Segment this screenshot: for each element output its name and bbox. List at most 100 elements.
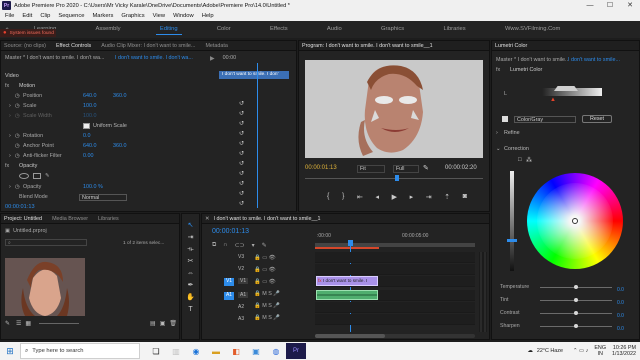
stopwatch-icon[interactable]: ◷ — [15, 143, 23, 149]
project-search-input[interactable]: ⌕ — [5, 239, 87, 246]
workspace-audio[interactable]: Audio — [323, 24, 346, 35]
clip-selector[interactable]: I don't want to smile. I don't wa... — [115, 55, 210, 61]
menu-edit[interactable]: Edit — [22, 13, 32, 19]
office-icon[interactable]: ◧ — [226, 343, 246, 359]
workspace-graphics[interactable]: Graphics — [377, 24, 408, 35]
reset-icon[interactable]: ↺ — [239, 179, 244, 189]
colorgray-dropdown[interactable]: Color/Gray — [514, 115, 576, 123]
workspace-editing[interactable]: Editing — [155, 24, 182, 35]
temperature-value[interactable]: 0.0 — [617, 284, 624, 297]
menu-markers[interactable]: Markers — [92, 13, 113, 19]
tint-value[interactable]: 0.0 — [617, 297, 624, 310]
menu-window[interactable]: Window — [173, 13, 194, 19]
hand-tool-icon[interactable]: ✋ — [186, 292, 195, 304]
hsl-range-handle[interactable] — [554, 86, 578, 91]
close-button[interactable]: ✕ — [620, 0, 640, 11]
sharpen-knob[interactable] — [574, 324, 578, 328]
tray-icons[interactable]: ⌃ ▭ ♪ — [573, 348, 588, 354]
tab-sequence[interactable]: I don't want to smile. I don't want to s… — [214, 216, 321, 222]
track-toggle-icons[interactable]: 🔒 ▭ 👁 — [254, 252, 280, 264]
export-frame-icon[interactable]: ◙ — [463, 193, 467, 201]
new-bin-icon[interactable]: ▤ — [150, 320, 156, 327]
menu-sequence[interactable]: Sequence — [58, 13, 84, 19]
workspace-effects[interactable]: Effects — [266, 24, 292, 35]
track-a3[interactable] — [315, 314, 475, 325]
program-scrubber[interactable] — [305, 178, 483, 179]
track-select-tool-icon[interactable]: ⇥ — [188, 232, 194, 244]
workspace-color[interactable]: Color — [213, 24, 235, 35]
temperature-slider[interactable] — [540, 285, 612, 289]
zoom-fit-dropdown[interactable]: Fit — [357, 165, 385, 173]
tab-audio-clip-mixer[interactable]: Audio Clip Mixer: I don't want to smile.… — [101, 43, 195, 49]
tint-slider[interactable] — [540, 298, 612, 302]
reset-icon[interactable]: ↺ — [239, 139, 244, 149]
blend-mode-dropdown[interactable]: Normal — [79, 193, 127, 201]
color-wheel-puck[interactable] — [572, 218, 578, 224]
file-explorer-icon[interactable]: ▬ — [206, 343, 226, 359]
reset-icon[interactable]: ↺ — [239, 169, 244, 179]
uniform-scale-checkbox[interactable] — [83, 123, 90, 129]
refine-section[interactable]: Refine — [504, 130, 520, 136]
tab-lumetri-color[interactable]: Lumetri Color — [495, 43, 527, 49]
linked-selection-icon[interactable]: ⊂⊃ — [235, 242, 245, 249]
type-tool-icon[interactable]: T — [188, 304, 192, 316]
insert-nest-icon[interactable]: ⧉ — [212, 242, 216, 249]
stopwatch-icon[interactable]: ◷ — [15, 184, 23, 190]
ripple-edit-tool-icon[interactable]: ⟛ — [187, 244, 193, 256]
stopwatch-icon[interactable]: ◷ — [15, 93, 23, 99]
motion-label[interactable]: Motion — [19, 83, 35, 89]
menu-view[interactable]: View — [153, 13, 165, 19]
luma-slider-handle[interactable] — [507, 239, 517, 242]
system-issues-banner[interactable]: ● System issues found — [0, 29, 56, 37]
tab-metadata[interactable]: Metadata — [205, 43, 227, 49]
tab-media-browser[interactable]: Media Browser — [52, 216, 88, 222]
cortana-app-icon[interactable]: ▥ — [166, 343, 186, 359]
anchor-y-value[interactable]: 360.0 — [113, 143, 143, 149]
stopwatch-icon[interactable]: ◷ — [15, 133, 23, 139]
playback-quality-dropdown[interactable]: Full — [393, 165, 419, 173]
list-view-icon[interactable]: ☰ — [16, 320, 21, 327]
task-view-icon[interactable]: ❏ — [146, 343, 166, 359]
rectangle-mask-icon[interactable] — [33, 173, 41, 179]
go-to-out-icon[interactable]: ⇥ — [426, 193, 432, 201]
minimize-button[interactable]: — — [580, 0, 600, 11]
track-toggle-icons[interactable]: 🔒 M S 🎤 — [254, 312, 280, 324]
position-x-value[interactable]: 640.0 — [83, 93, 113, 99]
color-wheel[interactable] — [527, 173, 623, 269]
tab-source[interactable]: Source: (no clips) — [4, 43, 46, 49]
selection-tool-icon[interactable]: ↖ — [188, 220, 194, 232]
source-patch-v1[interactable]: V1 — [224, 278, 234, 286]
taskbar-search[interactable]: ⌕ Type here to search — [20, 343, 140, 359]
reset-icon[interactable]: ↺ — [239, 99, 244, 109]
close-tab-icon[interactable]: ✕ — [205, 216, 210, 222]
pen-tool-icon[interactable]: ✒ — [188, 280, 194, 292]
tab-project[interactable]: Project: Untitled — [4, 216, 42, 222]
contrast-value[interactable]: 0.0 — [617, 310, 624, 323]
thumbnail-size-slider[interactable] — [39, 323, 80, 324]
opacity-section-label[interactable]: Opacity — [19, 163, 37, 169]
anti-flicker-value[interactable]: 0.00 — [83, 153, 113, 159]
anchor-x-value[interactable]: 640.0 — [83, 143, 113, 149]
position-y-value[interactable]: 360.0 — [113, 93, 143, 99]
premiere-taskbar-icon[interactable]: Pr — [286, 343, 306, 359]
menu-help[interactable]: Help — [202, 13, 214, 19]
reset-icon[interactable]: ↺ — [239, 149, 244, 159]
trash-icon[interactable]: 🗑 — [169, 320, 177, 327]
reset-icon[interactable]: ↺ — [239, 109, 244, 119]
track-toggle-icons[interactable]: 🔒 ▭ 👁 — [254, 264, 280, 276]
ellipse-mask-icon[interactable] — [19, 173, 29, 179]
opacity-value[interactable]: 100.0 % — [83, 184, 123, 190]
browser-icon[interactable]: ◍ — [266, 343, 286, 359]
master-selector[interactable]: Master * I don't want to smile. I don't … — [5, 55, 115, 61]
razor-tool-icon[interactable]: ✂ — [188, 256, 194, 268]
play-icon[interactable]: ▶ — [392, 193, 397, 201]
step-back-icon[interactable]: ◂ — [375, 193, 379, 201]
tab-effect-controls[interactable]: Effect Controls — [56, 43, 91, 49]
temperature-knob[interactable] — [574, 285, 578, 289]
colorgray-checkbox[interactable] — [502, 116, 508, 122]
add-marker-icon[interactable]: ▾ — [252, 242, 255, 249]
reset-icon[interactable]: ↺ — [239, 199, 244, 209]
reset-icon[interactable]: ↺ — [239, 189, 244, 199]
icon-view-icon[interactable]: ▦ — [25, 320, 31, 327]
source-patch-a1[interactable]: A1 — [224, 292, 234, 300]
